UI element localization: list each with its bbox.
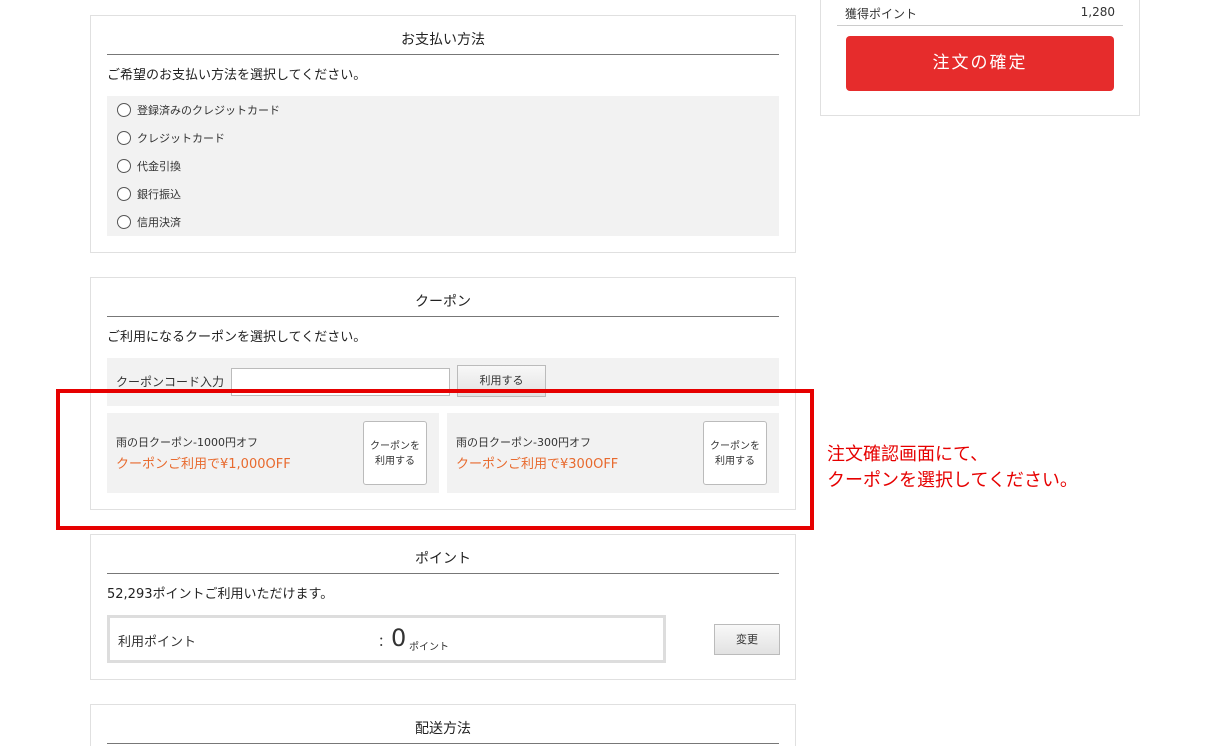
shipping-panel: 配送方法 <box>90 704 796 746</box>
radio-icon[interactable] <box>117 131 131 145</box>
payment-title-rule <box>107 54 779 55</box>
radio-icon[interactable] <box>117 187 131 201</box>
points-panel: ポイント 52,293ポイントご利用いただけます。 利用ポイント ： 0 ポイン… <box>90 534 796 680</box>
shipping-title-rule <box>107 743 779 744</box>
shipping-title: 配送方法 <box>415 721 471 737</box>
payment-option-label: 代金引換 <box>137 160 181 173</box>
payment-option-cod[interactable]: 代金引換 <box>117 156 181 176</box>
payment-option-label: 銀行振込 <box>137 188 181 201</box>
payment-option-label: 登録済みのクレジットカード <box>137 104 280 117</box>
payment-option-bank-transfer[interactable]: 銀行振込 <box>117 184 181 204</box>
payment-option-label: 信用決済 <box>137 216 181 229</box>
points-title: ポイント <box>415 551 471 567</box>
points-title-rule <box>107 573 779 574</box>
annotation-note: 注文確認画面にて、 クーポンを選択してください。 <box>827 442 1078 494</box>
points-value: 0 <box>391 624 407 652</box>
coupon-code-label: クーポンコード入力 <box>116 375 225 389</box>
points-input-box: 利用ポイント ： 0 ポイント <box>107 615 666 663</box>
payment-option-credit-settlement[interactable]: 信用決済 <box>117 212 181 232</box>
payment-options: 登録済みのクレジットカード クレジットカード 代金引換 銀行振込 信用決済 <box>107 96 779 236</box>
annotation-line2: クーポンを選択してください。 <box>827 470 1078 491</box>
points-label: 利用ポイント <box>118 635 197 650</box>
points-colon: ： <box>378 635 392 650</box>
payment-title: お支払い方法 <box>401 32 485 48</box>
coupon-title-rule <box>107 316 779 317</box>
points-description: 52,293ポイントご利用いただけます。 <box>107 587 334 602</box>
coupon-description: ご利用になるクーポンを選択してください。 <box>107 330 367 345</box>
coupon-highlight-frame <box>56 389 814 530</box>
radio-icon[interactable] <box>117 215 131 229</box>
confirm-order-button[interactable]: 注文の確定 <box>846 36 1114 91</box>
change-points-button[interactable]: 変更 <box>714 624 780 655</box>
earned-points-value: 1,280 <box>1080 5 1115 19</box>
order-summary: 獲得ポイント 1,280 注文の確定 <box>820 0 1140 116</box>
points-unit: ポイント <box>409 642 449 653</box>
payment-option-credit-card[interactable]: クレジットカード <box>117 128 225 148</box>
radio-icon[interactable] <box>117 103 131 117</box>
earned-points-label: 獲得ポイント <box>845 7 918 21</box>
radio-icon[interactable] <box>117 159 131 173</box>
annotation-line1: 注文確認画面にて、 <box>827 444 989 465</box>
payment-panel: お支払い方法 ご希望のお支払い方法を選択してください。 登録済みのクレジットカー… <box>90 15 796 253</box>
coupon-title: クーポン <box>415 294 471 310</box>
payment-description: ご希望のお支払い方法を選択してください。 <box>107 68 367 83</box>
payment-option-registered-card[interactable]: 登録済みのクレジットカード <box>117 100 280 120</box>
payment-option-label: クレジットカード <box>137 132 225 145</box>
summary-divider <box>837 25 1123 26</box>
